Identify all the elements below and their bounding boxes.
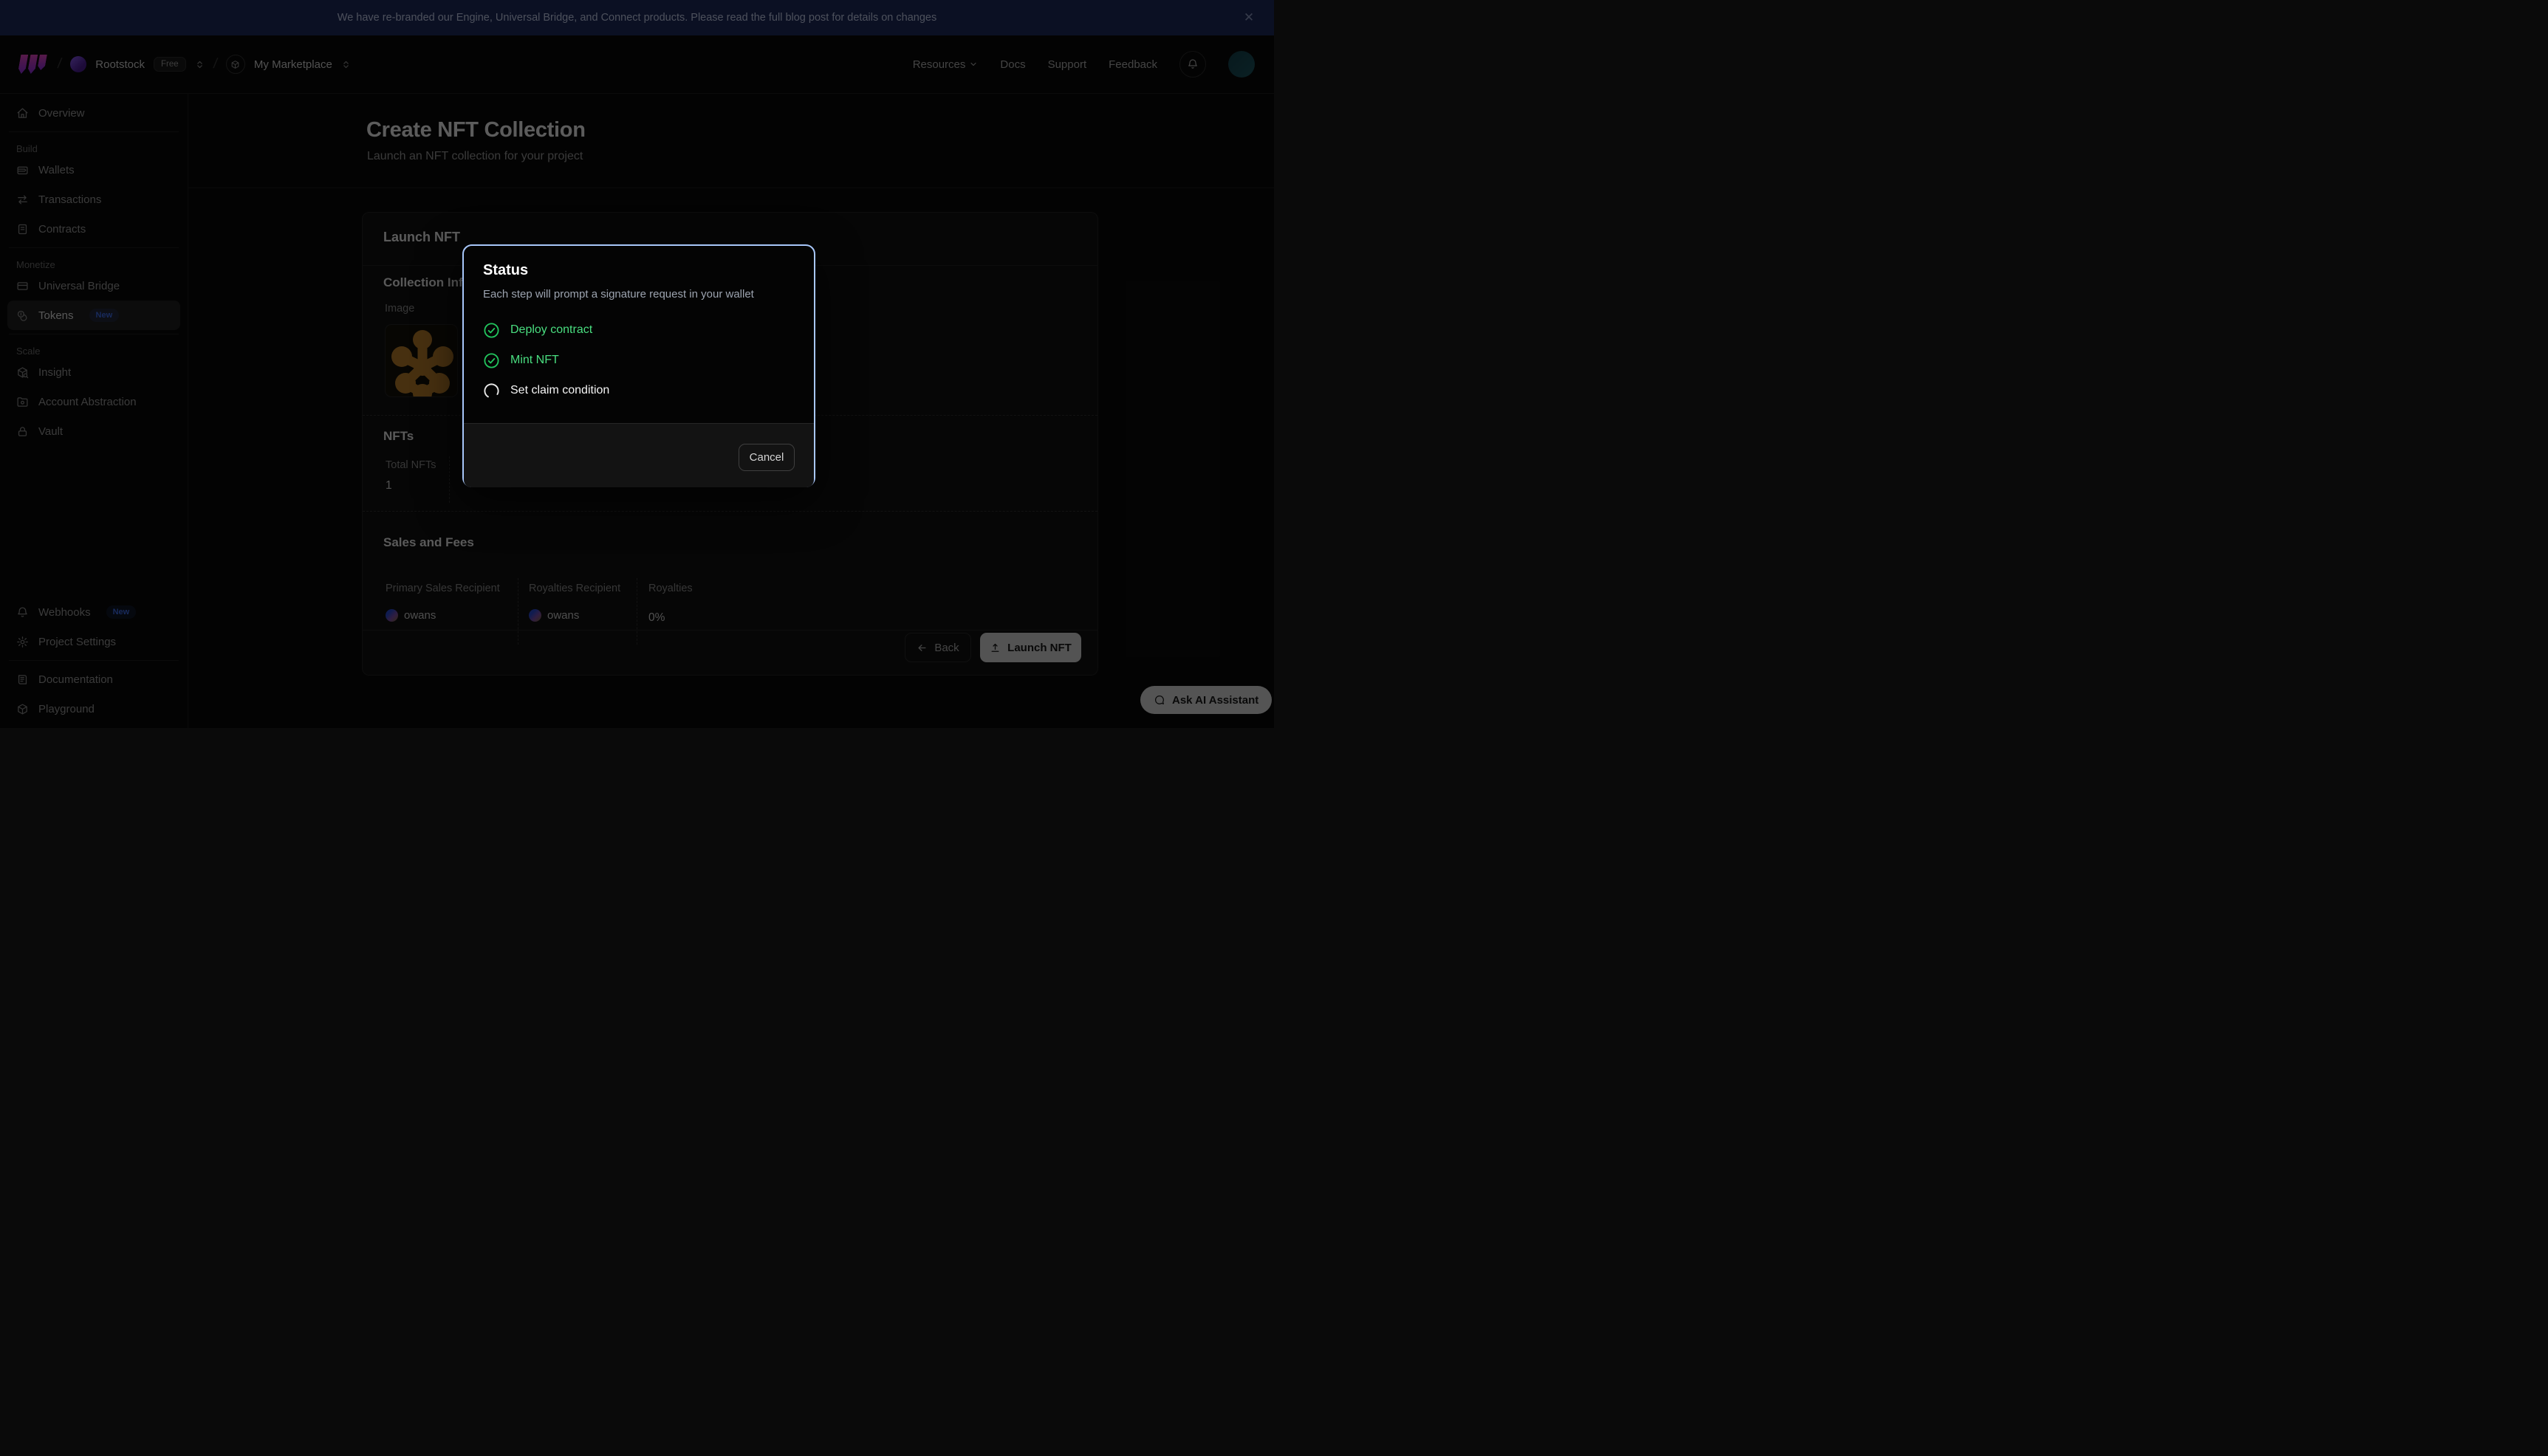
modal-subtitle: Each step will prompt a signature reques… — [483, 288, 754, 301]
step-set-claim-condition: Set claim condition — [483, 382, 609, 399]
status-modal: Status Each step will prompt a signature… — [462, 244, 815, 487]
step-label: Set claim condition — [510, 384, 609, 397]
step-label: Mint NFT — [510, 354, 559, 367]
modal-title: Status — [483, 262, 528, 279]
check-circle-icon — [483, 352, 500, 369]
step-label: Deploy contract — [510, 323, 592, 337]
cancel-button[interactable]: Cancel — [739, 444, 795, 471]
step-mint-nft: Mint NFT — [483, 351, 559, 369]
spinner-icon — [483, 382, 500, 399]
step-deploy-contract: Deploy contract — [483, 321, 592, 339]
check-circle-icon — [483, 322, 500, 339]
modal-footer: Cancel — [464, 423, 814, 487]
